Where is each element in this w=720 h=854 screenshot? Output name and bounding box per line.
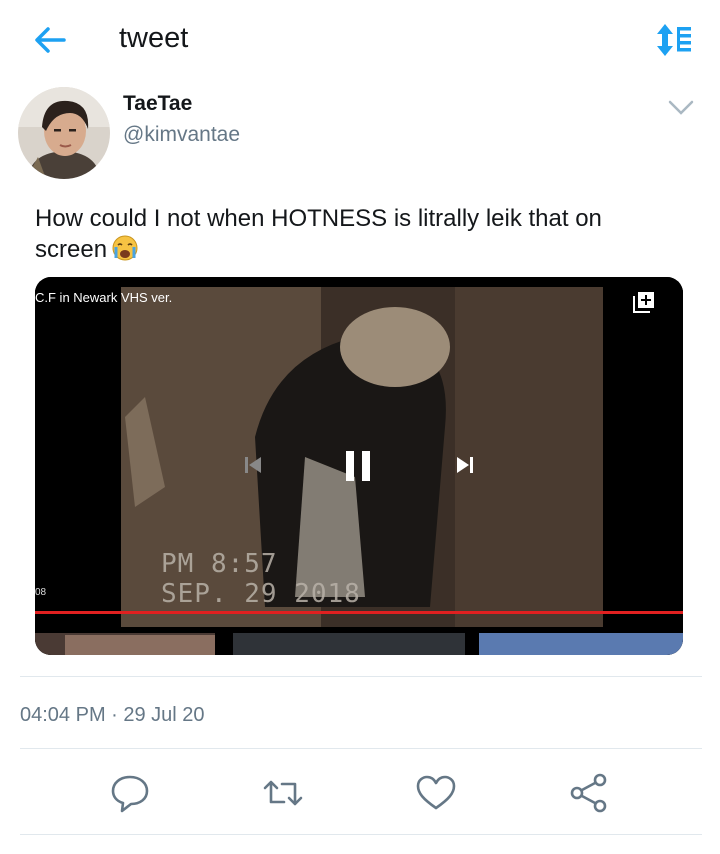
divider bbox=[20, 676, 702, 677]
tweet-timestamp: 04:04 PM · 29 Jul 20 bbox=[20, 704, 205, 726]
like-heart-icon[interactable] bbox=[411, 768, 461, 818]
video-player[interactable]: C.F in Newark VHS ver. PM 8:57 SEP. 29 2… bbox=[35, 277, 683, 655]
reply-icon[interactable] bbox=[105, 768, 155, 818]
vhs-time-stamp: PM 8:57 bbox=[161, 549, 278, 579]
add-to-queue-icon[interactable] bbox=[633, 291, 655, 318]
video-title: C.F in Newark VHS ver. bbox=[35, 290, 173, 305]
video-progress-fill bbox=[35, 611, 683, 614]
video-elapsed-time: 08 bbox=[35, 587, 47, 598]
back-arrow-icon[interactable] bbox=[30, 22, 70, 58]
divider bbox=[20, 748, 702, 749]
video-progress-bar[interactable] bbox=[35, 611, 683, 614]
top-bar: tweet bbox=[0, 0, 720, 80]
avatar[interactable] bbox=[18, 87, 110, 179]
previous-icon[interactable] bbox=[243, 455, 263, 480]
page-title: tweet bbox=[119, 22, 189, 54]
tweet-text: How could I not when HOTNESS is litrally… bbox=[35, 204, 675, 265]
pause-icon[interactable] bbox=[343, 449, 375, 488]
crying-face-emoji-icon bbox=[111, 234, 139, 262]
share-icon[interactable] bbox=[564, 768, 614, 818]
vhs-date-stamp: SEP. 29 2018 bbox=[161, 579, 361, 609]
author-handle[interactable]: @kimvantae bbox=[123, 123, 240, 147]
next-icon[interactable] bbox=[455, 455, 475, 480]
chevron-down-icon[interactable] bbox=[664, 95, 698, 121]
retweet-icon[interactable] bbox=[258, 768, 308, 818]
author-name[interactable]: TaeTae bbox=[123, 92, 192, 116]
divider bbox=[20, 834, 702, 835]
sort-icon[interactable] bbox=[652, 20, 694, 60]
